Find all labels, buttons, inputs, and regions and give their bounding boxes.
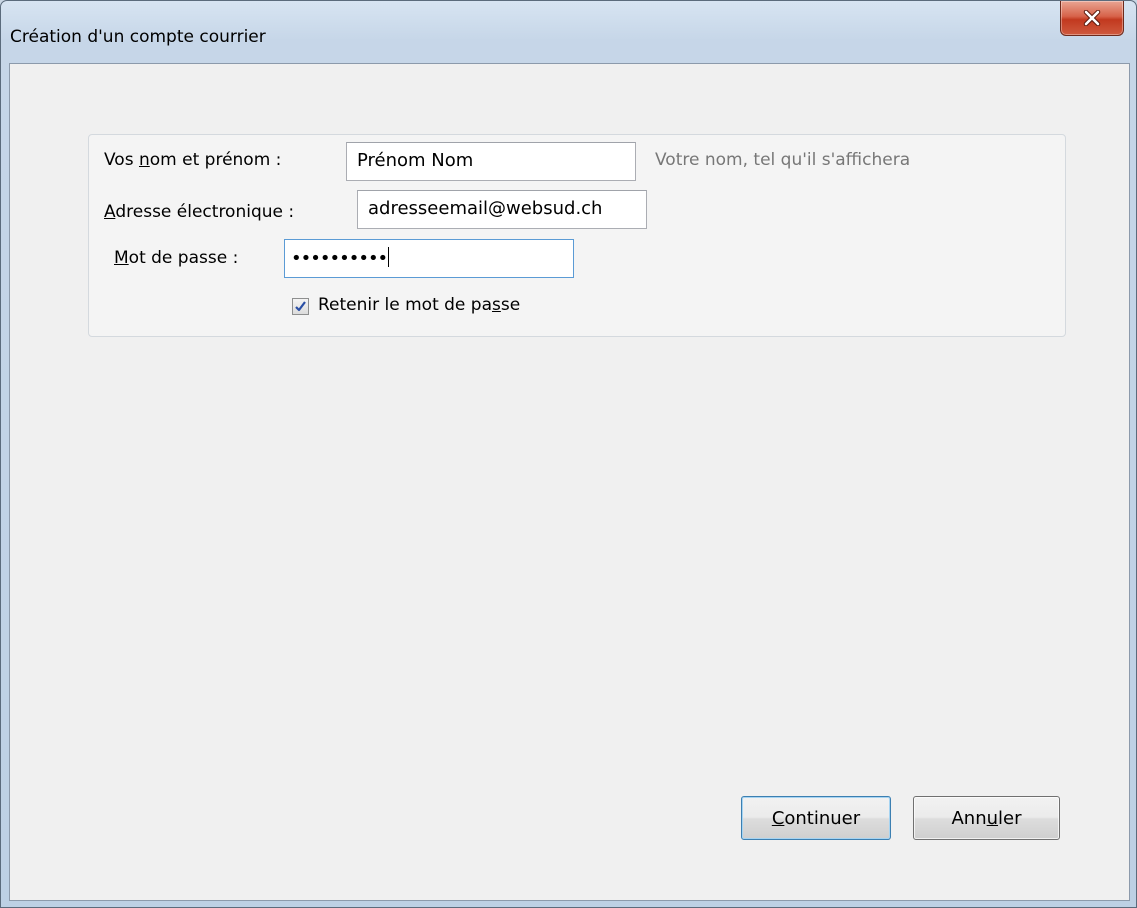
account-fields-group: Vos nom et prénom : Prénom Nom Votre nom… xyxy=(88,134,1066,337)
name-input[interactable]: Prénom Nom xyxy=(346,142,636,181)
password-label: Mot de passe : xyxy=(114,248,239,268)
email-label: Adresse électronique : xyxy=(104,202,295,222)
text-caret xyxy=(388,247,390,267)
remember-password-label[interactable]: Retenir le mot de passe xyxy=(318,295,520,315)
close-icon xyxy=(1083,10,1101,26)
email-input[interactable]: adresseemail@websud.ch xyxy=(357,190,647,229)
dialog-content: Vos nom et prénom : Prénom Nom Votre nom… xyxy=(9,63,1130,901)
close-button[interactable] xyxy=(1060,1,1124,36)
remember-password-checkbox[interactable] xyxy=(292,298,309,315)
password-input[interactable]: •••••••••• xyxy=(284,239,574,278)
dialog-window: Création d'un compte courrier Vos nom et… xyxy=(0,0,1137,908)
window-title: Création d'un compte courrier xyxy=(10,27,266,47)
cancel-button[interactable]: Ann u ler xyxy=(913,796,1060,840)
checkmark-icon xyxy=(295,301,306,312)
continue-button[interactable]: Continuer xyxy=(741,796,891,840)
name-hint: Votre nom, tel qu'il s'affichera xyxy=(655,150,911,170)
name-label: Vos nom et prénom : xyxy=(104,150,282,170)
title-bar[interactable]: Création d'un compte courrier xyxy=(1,1,1136,63)
